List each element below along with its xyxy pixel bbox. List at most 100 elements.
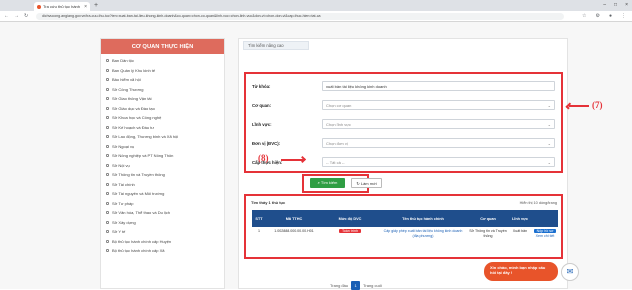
folder-icon: [106, 125, 109, 129]
results-highlight: Tìm thấy 1 thủ tục Hiển thị 10 dòng/tran…: [244, 194, 563, 259]
row-agency: Sở Thông tin và Truyền thông: [469, 229, 507, 238]
agency-list-label: Ban Dân tộc: [112, 58, 135, 64]
agency-list-label: Sở Văn hóa, Thể thao và Du lịch: [112, 210, 170, 216]
agency-list-label: Sở Thông tin và Truyền thông: [112, 172, 165, 178]
agency-list-item[interactable]: Sở Nông nghiệp và PT Nông Thôn: [106, 151, 224, 161]
back-icon[interactable]: ←: [4, 13, 9, 19]
row-stt: 1: [258, 229, 260, 233]
agency-list-item[interactable]: Sở Giáo dục và Đào tạo: [106, 104, 224, 114]
agency-select[interactable]: Chọn cơ quan ⌄: [322, 100, 555, 110]
agency-list-label: Bảo hiểm xã hội: [112, 77, 141, 83]
page-first[interactable]: Trang đầu: [330, 283, 348, 288]
col-header: Mã TTHC: [285, 216, 303, 221]
agency-list-item[interactable]: Sở Công Thương: [106, 85, 224, 95]
keyword-input[interactable]: xuất bản tài liệu không kinh doanh: [322, 81, 555, 91]
agency-list-item[interactable]: Sở Ngoại vụ: [106, 142, 224, 152]
col-header: [532, 210, 558, 227]
agency-list-item[interactable]: Sở Văn hóa, Thể thao và Du lịch: [106, 208, 224, 218]
extensions-icon[interactable]: ⚙: [595, 13, 599, 19]
agency-list-label: Sở Công Thương: [112, 86, 144, 92]
folder-icon: [106, 144, 109, 148]
agency-list-label: Ban Quản lý Khu kinh tế: [112, 67, 156, 73]
select-value: Chọn đơn vị: [326, 141, 348, 146]
col-header: Lĩnh vực: [511, 216, 529, 221]
folder-icon: [106, 154, 109, 158]
agency-list-item[interactable]: Sở Xây dựng: [106, 218, 224, 228]
agency-list-label: Sở Tư pháp: [112, 200, 134, 206]
agency-list-item[interactable]: Sở Kế hoạch và Đầu tư: [106, 123, 224, 133]
folder-icon: [106, 87, 109, 91]
folder-icon: [106, 192, 109, 196]
agency-list-item[interactable]: Bộ thủ tục hành chính cấp Xã: [106, 246, 224, 256]
tab-advanced-search[interactable]: Tìm kiếm nâng cao: [243, 41, 309, 50]
agency-list-item[interactable]: Ban Quản lý Khu kinh tế: [106, 66, 224, 76]
chat-bubble[interactable]: Xin chào, mình bạn nhập câu hỏi tại đây …: [484, 262, 558, 281]
unit-row: Đơn vị (ĐVC): Chọn đơn vị ⌄: [252, 137, 555, 149]
agency-list-label: Bộ thủ tục hành chính cấp Huyện: [112, 238, 172, 244]
agency-list-item[interactable]: Sở Tài nguyên và Môi trường: [106, 189, 224, 199]
agency-list-item[interactable]: Bảo hiểm xã hội: [106, 75, 224, 85]
maximize-icon[interactable]: □: [614, 2, 617, 8]
detail-link[interactable]: Xem chi tiết: [536, 234, 555, 238]
level-row: Cấp thực hiện: -- Tất cả -- ⌄: [252, 156, 555, 168]
address-bar-row: ← → ↻ dichvucong.angiang.gov.vn/tra-cuu-…: [0, 11, 632, 22]
browser-tab-strip: Tra cứu thủ tục hành × + – □ ×: [0, 0, 632, 11]
reset-button[interactable]: ↻ Làm mới: [351, 178, 382, 188]
agency-list-label: Sở Giao thông Vận tải: [112, 96, 152, 102]
agency-list-item[interactable]: Ban Dân tộc: [106, 56, 224, 66]
field-select[interactable]: Chọn lĩnh vực ⌄: [322, 119, 555, 129]
reset-button-label: Làm mới: [360, 181, 377, 186]
profile-icon[interactable]: ●: [609, 13, 612, 19]
chevron-down-icon: ⌄: [547, 160, 551, 165]
agency-list-item[interactable]: Sở Khoa học và Công nghệ: [106, 113, 224, 123]
agency-list-label: Sở Tài nguyên và Môi trường: [112, 191, 165, 197]
browser-tab[interactable]: Tra cứu thủ tục hành ×: [34, 2, 90, 11]
url-field[interactable]: dichvucong.angiang.gov.vn/tra-cuu-thu-tu…: [36, 13, 564, 20]
level-select[interactable]: -- Tất cả -- ⌄: [322, 157, 555, 167]
agency-list-label: Sở Tài chính: [112, 181, 135, 187]
folder-icon: [106, 59, 109, 63]
agency-list-item[interactable]: Sở Thông tin và Truyền thông: [106, 170, 224, 180]
chevron-down-icon: ⌄: [547, 103, 551, 108]
page-size-select[interactable]: Hiển thị 10 dòng/trang: [520, 201, 557, 205]
reload-icon[interactable]: ↻: [24, 13, 28, 19]
submit-button[interactable]: Nộp hồ sơ: [533, 229, 557, 233]
col-header: STT: [255, 216, 263, 221]
agency-list-item[interactable]: Sở Tài chính: [106, 180, 224, 190]
agency-panel: CƠ QUAN THỰC HIỆN Ban Dân tộc Ban Quản lý…: [100, 38, 225, 289]
results-table-header: STT Mã TTHC Mức độ DVC Tên thủ tục hành …: [252, 210, 558, 227]
agency-list-item[interactable]: Bộ thủ tục hành chính cấp Huyện: [106, 237, 224, 247]
agency-panel-title: CƠ QUAN THỰC HIỆN: [101, 39, 224, 54]
keyword-row: Từ khóa: xuất bản tài liệu không kinh do…: [252, 80, 555, 92]
folder-icon: [106, 239, 109, 243]
minimize-icon[interactable]: –: [603, 2, 606, 8]
table-row: 1 1.002888.000.00.00.H01 Toàn trình Cấp …: [252, 227, 558, 253]
unit-select[interactable]: Chọn đơn vị ⌄: [322, 138, 555, 148]
search-button-label: Tìm kiếm: [320, 180, 338, 185]
field-row: Lĩnh vực: Chọn lĩnh vực ⌄: [252, 118, 555, 130]
procedure-link[interactable]: Cấp giấy phép xuất bản tài liệu không ki…: [382, 229, 464, 238]
close-icon[interactable]: ×: [84, 4, 87, 10]
page-last[interactable]: Trang cuối: [363, 283, 382, 288]
agency-list-item[interactable]: Sở Lao động, Thương binh và Xã hội: [106, 132, 224, 142]
annotation-label-8: (8): [258, 153, 269, 163]
window-close-icon[interactable]: ×: [625, 2, 628, 8]
menu-icon[interactable]: ⋮: [621, 13, 626, 19]
chat-icon[interactable]: ✉: [561, 263, 579, 281]
agency-list-item[interactable]: Sở Y tế: [106, 227, 224, 237]
forward-icon[interactable]: →: [14, 13, 19, 19]
agency-list-label: Sở Khoa học và Công nghệ: [112, 115, 162, 121]
agency-list-label: Sở Nông nghiệp và PT Nông Thôn: [112, 153, 174, 159]
folder-icon: [106, 249, 109, 253]
agency-list-item[interactable]: Sở Tư pháp: [106, 199, 224, 209]
agency-list-item[interactable]: Sở Nội vụ: [106, 161, 224, 171]
agency-list: Ban Dân tộc Ban Quản lý Khu kinh tế Bảo hi…: [101, 54, 224, 256]
search-button[interactable]: ⌕ Tìm kiếm: [310, 178, 345, 188]
agency-row: Cơ quan: Chọn cơ quan ⌄: [252, 99, 555, 111]
search-panel: Tìm kiếm nâng cao Từ khóa: xuất bản tài …: [238, 38, 568, 289]
new-tab-icon[interactable]: +: [94, 2, 98, 9]
agency-list-label: Sở Xây dựng: [112, 219, 136, 225]
agency-list-item[interactable]: Sở Giao thông Vận tải: [106, 94, 224, 104]
folder-icon: [106, 116, 109, 120]
bookmark-icon[interactable]: ☆: [582, 13, 586, 19]
